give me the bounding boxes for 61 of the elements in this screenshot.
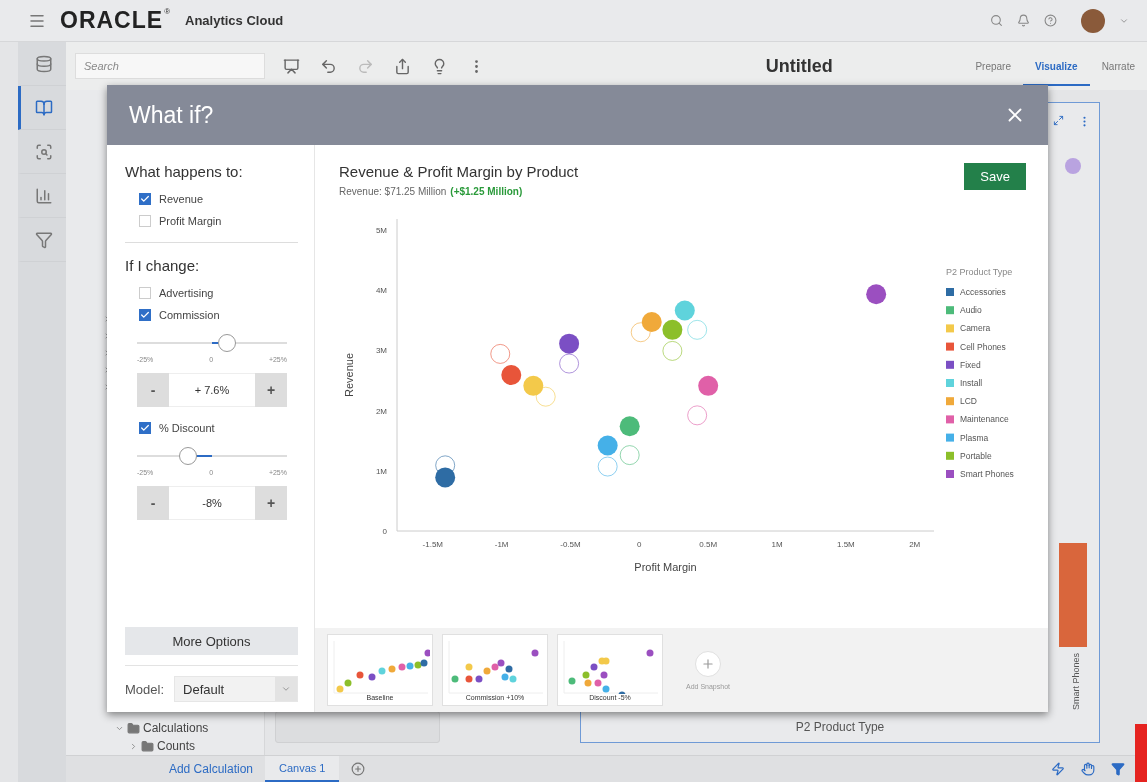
x-axis-title: Profit Margin [634,561,697,573]
legend-label: Audio [960,305,982,316]
x-tick-label: 0 [637,540,642,549]
chart-subtitle: Revenue: $71.25 Million [339,186,447,197]
value-field[interactable]: -8% [169,486,255,520]
save-button[interactable]: Save [964,163,1026,190]
y-tick-label: 4M [375,286,387,296]
legend-label: Accessories [960,287,1006,297]
checkbox-option[interactable]: Profit Margin [125,210,298,232]
x-tick-label: 1M [771,540,783,549]
checkbox-option[interactable]: Revenue [125,188,298,210]
search-field[interactable]: Search [75,53,265,79]
dialog-title: What if? [129,101,214,129]
add-calculation-link[interactable]: Add Calculation [66,762,265,776]
logo: ORACLE® [60,7,172,34]
tree-item[interactable]: Counts [157,739,196,753]
chart-title: Revenue & Profit Margin by Product [339,163,579,180]
tree-item[interactable]: Calculations [143,721,209,735]
checkbox-option[interactable]: Advertising [125,282,298,304]
mode-tab[interactable]: Narrate [1089,46,1147,86]
y-tick-label: 0 [382,527,387,536]
checkbox-option[interactable]: Commission [125,304,298,326]
product-name: Analytics Cloud [185,13,284,28]
more-options-button[interactable]: More Options [125,627,298,655]
legend-label: Cell Phones [960,341,1006,352]
y-tick-label: 1M [375,466,387,476]
legend-label: Install [960,378,983,388]
legend-title: P2 Product Type [946,267,1013,277]
legend-label: Maintenance [960,414,1009,425]
y-tick-label: 3M [375,346,387,356]
axis-title: P2 Product Type [794,720,886,734]
x-tick-label: 2M [909,540,921,549]
legend-label: Fixed [960,359,981,370]
decrement-button[interactable]: - [137,486,169,520]
decrement-button[interactable]: - [137,373,169,407]
section-heading: What happens to: [125,163,244,180]
canvas-tab[interactable]: Canvas 1 [265,756,340,782]
x-tick-label: -1M [494,540,509,549]
mode-tab[interactable]: Prepare [963,46,1023,86]
document-title: Untitled [764,55,834,77]
x-tick-label: -1.5M [422,540,444,549]
increment-button[interactable]: + [255,486,287,520]
legend-label: Portable [960,450,992,461]
legend-label: Camera [960,323,991,334]
y-axis-title: Revenue [343,353,355,397]
x-tick-label: -0.5M [560,540,581,549]
value-field[interactable]: + 7.6% [169,373,255,407]
bar-label: Smart Phones [1071,652,1081,710]
legend-label: Smart Phones [960,469,1014,479]
change-value: (+$1.25 Million) [450,186,523,197]
model-label: Model: [125,681,165,697]
checkbox-option[interactable]: % Discount [125,417,298,439]
legend-label: LCD [960,396,977,407]
model-dropdown[interactable]: Default [174,676,298,702]
section-heading: If I change: [125,257,201,274]
x-tick-label: 0.5M [699,540,718,549]
y-tick-label: 5M [375,225,387,235]
increment-button[interactable]: + [255,373,287,407]
legend-label: Plasma [960,432,989,443]
y-tick-label: 2M [375,406,387,416]
x-tick-label: 1.5M [837,540,855,549]
